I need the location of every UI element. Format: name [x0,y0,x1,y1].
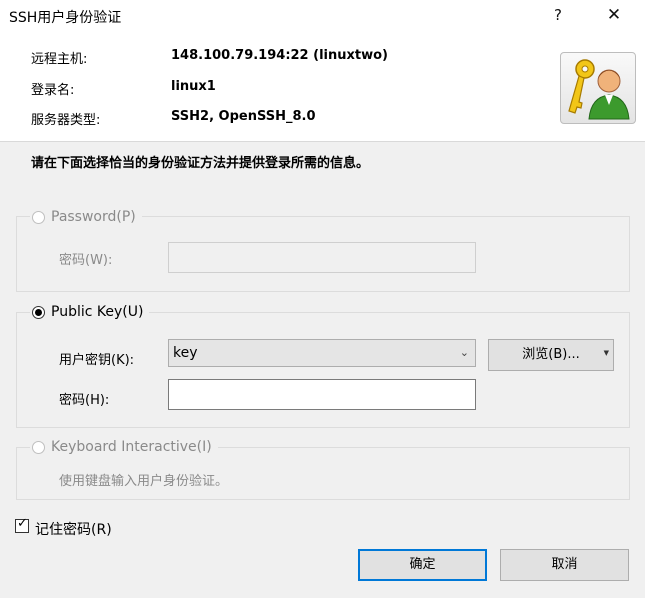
keyboard-description: 使用键盘输入用户身份验证。 [59,474,229,489]
server-type-label: 服务器类型: [31,113,101,128]
password-radio[interactable]: Password(P) [30,209,142,225]
server-type-value: SSH2, OpenSSH_8.0 [171,109,316,124]
password-radio-label: Password(P) [51,209,136,225]
help-button[interactable]: ? [535,0,581,30]
keyboard-radio-label: Keyboard Interactive(I) [51,439,212,455]
login-name-value: linux1 [171,79,216,94]
remember-label[interactable]: 记住密码(R) [35,519,112,539]
publickey-radio-label: Public Key(U) [51,304,144,320]
remember-checkbox[interactable]: ✓ [15,516,29,533]
publickey-radio-circle[interactable] [32,305,45,319]
window-title: SSH用户身份验证 [9,10,122,26]
keyboard-interactive-radio[interactable]: Keyboard Interactive(I) [30,439,218,455]
instruction-text: 请在下面选择恰当的身份验证方法并提供登录所需的信息。 [31,156,370,171]
checkmark-icon: ✓ [17,516,28,531]
remote-host-label: 远程主机: [31,52,88,67]
cancel-button[interactable]: 取消 [500,549,629,581]
ok-button[interactable]: 确定 [358,549,487,581]
user-key-select[interactable]: key ⌄ [168,339,476,367]
ok-button-label: 确定 [409,557,436,572]
passphrase-label: 密码(H): [59,393,110,408]
user-key-value: key [173,345,198,361]
keyboard-radio-circle[interactable] [32,440,45,454]
passphrase-input[interactable] [168,379,476,410]
dropdown-arrow-icon: ▼ [603,349,609,357]
password-radio-circle[interactable] [32,210,45,224]
cancel-button-label: 取消 [551,557,578,572]
password-field-label: 密码(W): [59,253,113,268]
login-name-label: 登录名: [31,83,75,98]
chevron-down-icon: ⌄ [459,346,469,359]
close-button[interactable]: ✕ [591,0,637,30]
browse-button[interactable]: 浏览(B)... ▼ [488,339,614,371]
user-key-label: 用户密钥(K): [59,353,135,368]
browse-button-label: 浏览(B)... [522,347,580,362]
remote-host-value: 148.100.79.194:22 (linuxtwo) [171,48,388,63]
publickey-radio[interactable]: Public Key(U) [30,304,150,320]
user-key-icon [560,52,636,124]
title-bar: SSH用户身份验证 ? ✕ [0,0,645,30]
password-input[interactable] [168,242,476,273]
